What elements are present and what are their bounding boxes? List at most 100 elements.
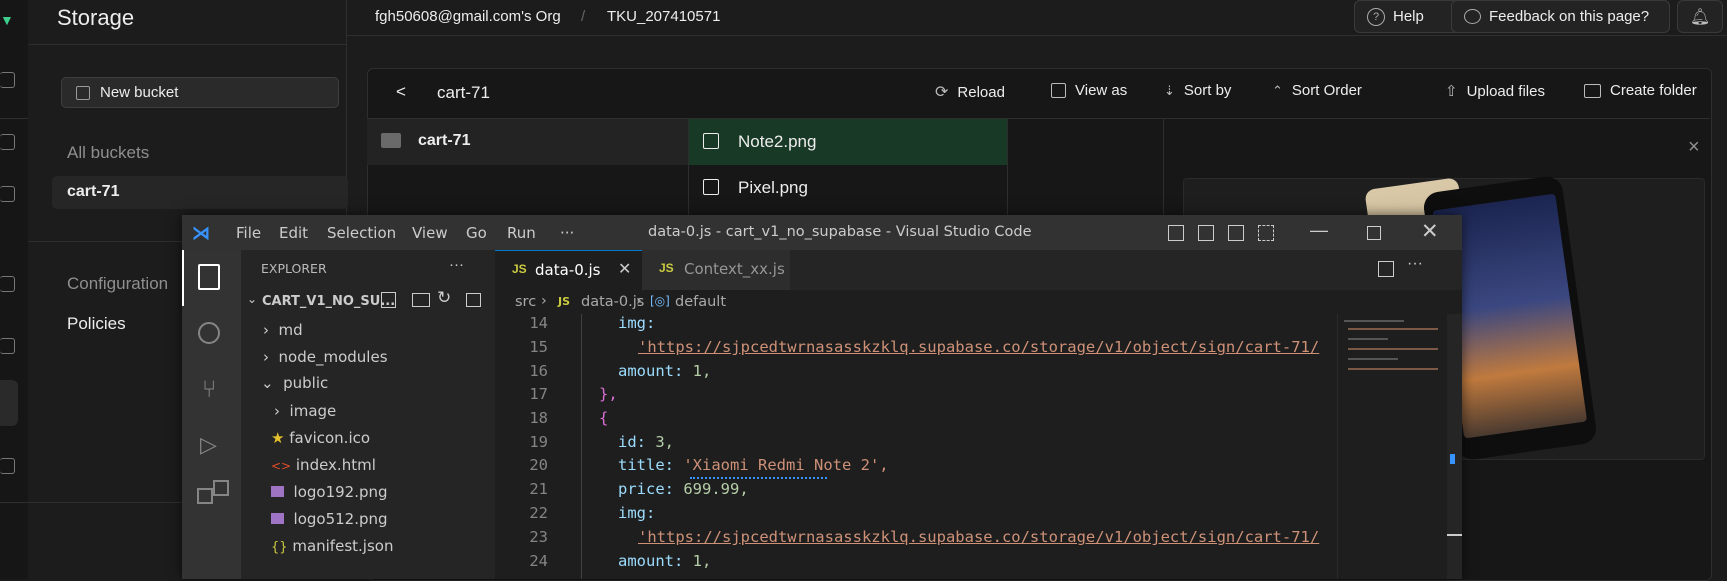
explorer-panel: EXPLORER ··· ⌄ CART_V1_NO_SU... ↻ › md ›… [241, 250, 495, 579]
columns-icon [1051, 83, 1066, 98]
tree-item-image[interactable]: › image [274, 402, 336, 420]
scrollbar[interactable] [1447, 314, 1462, 579]
line-number: 22 [529, 504, 548, 522]
table-editor-icon[interactable] [0, 134, 15, 150]
project-breadcrumb[interactable]: TKU_207410571 [607, 8, 720, 25]
tab-context-xx-js[interactable]: JS Context_xx.js [642, 250, 790, 290]
sort-order-label: Sort Order [1291, 82, 1362, 99]
tree-item-node-modules[interactable]: › node_modules [263, 348, 388, 366]
js-icon: JS [512, 262, 527, 276]
extensions-icon[interactable] [197, 488, 213, 504]
file-row[interactable]: Pixel.png [689, 165, 1007, 211]
bucket-item-cart-71[interactable]: cart-71 [52, 176, 348, 209]
search-icon[interactable] [198, 322, 220, 344]
tab-data-0-js[interactable]: JS data-0.js ✕ [495, 250, 642, 290]
tree-item-logo192[interactable]: logo192.png [271, 483, 388, 501]
tree-item-logo512[interactable]: logo512.png [271, 510, 388, 528]
menu-file[interactable]: File [236, 224, 261, 242]
maximize-icon[interactable] [1367, 226, 1381, 240]
folder-plus-icon [1584, 83, 1601, 98]
breadcrumb-file[interactable]: data-0.js [581, 294, 644, 310]
toggle-sidebar-icon[interactable] [1168, 225, 1184, 241]
org-breadcrumb[interactable]: fgh50608@gmail.com's Org [375, 8, 561, 25]
minimap-line [1348, 358, 1398, 360]
back-button[interactable]: < [396, 82, 406, 102]
functions-icon[interactable] [0, 458, 15, 474]
tree-item-manifest[interactable]: {} manifest.json [271, 537, 393, 555]
supabase-logo-icon[interactable]: ▼ [0, 12, 14, 28]
customize-layout-icon[interactable] [1258, 225, 1274, 241]
new-bucket-button[interactable]: New bucket [61, 77, 339, 108]
chevron-right-icon: › [636, 293, 642, 309]
code-line-19: id: 3, [618, 433, 674, 451]
sort-icon: ⇣ [1164, 82, 1175, 98]
minimap[interactable] [1337, 314, 1448, 579]
sort-order-button[interactable]: ⌃ Sort Order [1272, 82, 1362, 99]
auth-icon[interactable] [0, 338, 15, 354]
breadcrumb-src[interactable]: src [515, 294, 536, 310]
code-key: amount: [618, 362, 684, 380]
refresh-icon[interactable]: ↻ [437, 288, 451, 308]
chevron-down-icon: ⌄ [261, 374, 274, 392]
menu-go[interactable]: Go [466, 224, 487, 242]
notifications-button[interactable]: 🔔︎ [1677, 0, 1723, 33]
code-value: 1, [692, 552, 712, 570]
chevron-down-icon[interactable]: ⌄ [247, 292, 257, 306]
explorer-icon[interactable] [198, 264, 220, 290]
menu-view[interactable]: View [412, 224, 448, 242]
image-icon [703, 133, 719, 149]
toggle-secondary-sidebar-icon[interactable] [1228, 225, 1244, 241]
js-icon: JS [659, 261, 674, 275]
folder-row[interactable]: cart-71 [367, 119, 688, 165]
source-control-icon[interactable]: ⑂ [202, 376, 216, 404]
file-row-selected[interactable]: Note2.png [689, 119, 1007, 165]
menu-run[interactable]: Run [507, 224, 536, 242]
run-debug-icon[interactable]: ▷ [200, 432, 217, 458]
collapse-all-icon[interactable] [466, 293, 481, 307]
new-file-icon[interactable] [381, 292, 396, 308]
chevron-up-icon: ⌃ [1272, 82, 1283, 98]
toggle-panel-icon[interactable] [1198, 225, 1214, 241]
database-icon[interactable] [0, 276, 15, 292]
new-folder-icon[interactable] [412, 293, 430, 307]
more-actions-icon[interactable]: ··· [449, 256, 464, 273]
tree-item-public[interactable]: ⌄ public [261, 374, 328, 392]
reload-icon: ⟳ [935, 84, 949, 101]
line-number: 23 [529, 528, 548, 546]
home-icon[interactable] [0, 72, 15, 88]
storage-icon-active[interactable] [0, 380, 18, 426]
close-window-icon[interactable]: ✕ [1421, 219, 1439, 244]
new-bucket-label: New bucket [100, 84, 179, 101]
code-line-18: { [599, 409, 609, 427]
editor-more-icon[interactable]: ··· [1407, 255, 1423, 273]
project-folder-label[interactable]: CART_V1_NO_SU... [262, 294, 395, 309]
line-number: 18 [529, 409, 548, 427]
close-tab-icon[interactable]: ✕ [618, 259, 631, 279]
reload-button[interactable]: ⟳ Reload [935, 82, 1005, 102]
split-editor-icon[interactable] [1378, 261, 1394, 277]
policies-link[interactable]: Policies [67, 314, 126, 334]
help-label: Help [1393, 8, 1424, 25]
minimize-icon[interactable]: — [1310, 220, 1328, 241]
tree-item-favicon[interactable]: ★ favicon.ico [271, 429, 370, 447]
feedback-button[interactable]: Feedback on this page? [1451, 0, 1670, 33]
code-line-16: amount: 1, [618, 362, 711, 380]
view-as-button[interactable]: View as [1051, 82, 1127, 99]
line-number: 19 [529, 433, 548, 451]
folder-name: cart-71 [418, 132, 471, 149]
page-title: Storage [57, 5, 135, 30]
create-folder-button[interactable]: Create folder [1584, 82, 1697, 99]
upload-files-button[interactable]: ⇧ Upload files [1445, 82, 1545, 101]
menu-selection[interactable]: Selection [327, 224, 396, 242]
tree-label: manifest.json [292, 537, 394, 555]
sort-by-button[interactable]: ⇣ Sort by [1164, 82, 1231, 99]
sql-editor-icon[interactable] [0, 186, 15, 202]
breadcrumb-symbol[interactable]: default [675, 294, 726, 310]
tree-item-index-html[interactable]: <> index.html [271, 456, 376, 474]
tab-label: Context_xx.js [684, 260, 785, 278]
menu-more[interactable]: ··· [560, 224, 574, 242]
close-preview-icon[interactable]: × [1688, 136, 1700, 159]
tree-item-md[interactable]: › md [263, 321, 303, 339]
menu-edit[interactable]: Edit [279, 224, 308, 242]
vscode-titlebar: ⋊ File Edit Selection View Go Run ··· da… [182, 215, 1462, 251]
